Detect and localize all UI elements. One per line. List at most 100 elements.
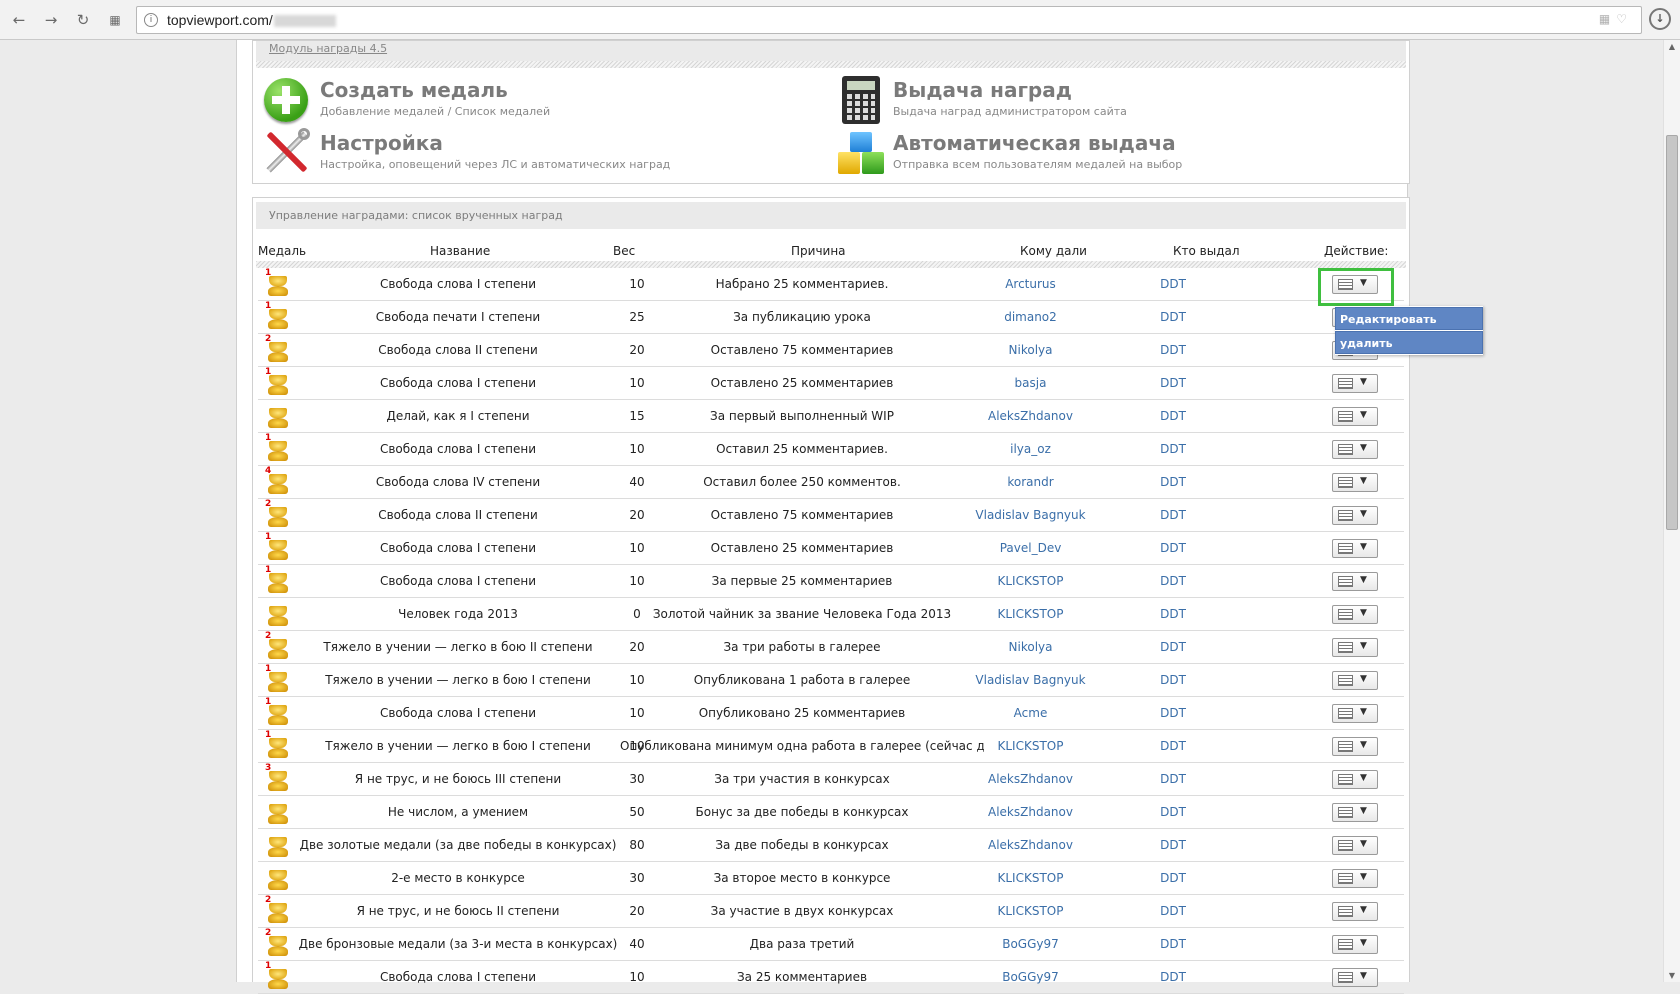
table-row: 2 Две бронзовые медали (за 3-и места в ко… — [258, 928, 1404, 961]
issuer-link[interactable]: DDT — [1118, 871, 1228, 885]
stripe-divider — [256, 61, 1406, 68]
issuer-link[interactable]: DDT — [1118, 277, 1228, 291]
chevron-down-icon: ▼ — [1360, 740, 1367, 750]
recipient-link[interactable]: Vladislav Bagnyuk — [938, 508, 1123, 522]
issuer-link[interactable]: DDT — [1118, 937, 1228, 951]
issuer-link[interactable]: DDT — [1118, 475, 1228, 489]
action-button[interactable]: ▼ — [1332, 770, 1378, 789]
issuer-link[interactable]: DDT — [1118, 508, 1228, 522]
issuer-link[interactable]: DDT — [1118, 574, 1228, 588]
auto-issue-link[interactable]: Автоматическая выдача — [893, 131, 1176, 155]
award-name: Две золотые медали (за две победы в конк… — [299, 838, 617, 852]
action-button[interactable]: ▼ — [1332, 671, 1378, 690]
calculator-icon[interactable] — [842, 76, 880, 124]
recipient-link[interactable]: basja — [938, 376, 1123, 390]
recipient-link[interactable]: korandr — [938, 475, 1123, 489]
action-button[interactable]: ▼ — [1332, 473, 1378, 492]
action-button[interactable]: ▼ — [1332, 539, 1378, 558]
issuer-link[interactable]: DDT — [1118, 838, 1228, 852]
issuer-link[interactable]: DDT — [1118, 310, 1228, 324]
list-icon — [1338, 510, 1353, 521]
recipient-link[interactable]: KLICKSTOP — [938, 904, 1123, 918]
action-button[interactable]: ▼ — [1332, 605, 1378, 624]
recipient-link[interactable]: Vladislav Bagnyuk — [938, 673, 1123, 687]
award-name: Две бронзовые медали (за 3-и места в кон… — [298, 937, 618, 951]
action-button[interactable]: ▼ — [1332, 968, 1378, 987]
settings-link[interactable]: Настройка — [320, 131, 443, 155]
recipient-link[interactable]: KLICKSTOP — [938, 871, 1123, 885]
issuer-link[interactable]: DDT — [1118, 607, 1228, 621]
award-name: Тяжело в учении — легко в бою II степени — [323, 640, 593, 654]
issue-awards-link[interactable]: Выдача наград — [893, 78, 1072, 102]
table-row: 2 Свобода слова II степени 20 Оставлено 75 … — [258, 499, 1404, 532]
issuer-link[interactable]: DDT — [1118, 442, 1228, 456]
recipient-link[interactable]: BoGGy97 — [938, 937, 1123, 951]
create-medal-link[interactable]: Создать медаль — [320, 78, 508, 102]
action-button[interactable]: ▼ — [1332, 407, 1378, 426]
edit-menu-item[interactable]: Редактировать — [1335, 307, 1483, 330]
extension-download-icon[interactable]: ↓ — [1649, 8, 1671, 30]
action-button[interactable]: ▼ — [1332, 638, 1378, 657]
scroll-up-arrow-icon[interactable]: ▲ — [1667, 42, 1677, 51]
page-scrollbar[interactable]: ▲ ▼ — [1663, 40, 1680, 982]
apps-grid-icon[interactable]: ▦ — [104, 9, 126, 31]
action-button[interactable]: ▼ — [1332, 803, 1378, 822]
award-reason: За первые 25 комментариев — [711, 574, 893, 588]
action-button[interactable]: ▼ — [1332, 737, 1378, 756]
action-button[interactable]: ▼ — [1332, 506, 1378, 525]
recipient-link[interactable]: Nikolya — [938, 640, 1123, 654]
award-reason: Опубликовано 25 комментариев — [698, 706, 906, 720]
recipient-link[interactable]: KLICKSTOP — [938, 739, 1123, 753]
issuer-link[interactable]: DDT — [1118, 772, 1228, 786]
delete-menu-item[interactable]: удалить — [1335, 331, 1483, 354]
plus-icon[interactable] — [264, 78, 308, 122]
recipient-link[interactable]: KLICKSTOP — [938, 574, 1123, 588]
reload-icon[interactable]: ↻ — [72, 9, 94, 31]
forward-arrow-icon[interactable]: → — [40, 9, 62, 31]
award-name: Человек года 2013 — [398, 607, 518, 621]
recipient-link[interactable]: ilya_oz — [938, 442, 1123, 456]
issuer-link[interactable]: DDT — [1118, 343, 1228, 357]
action-button[interactable]: ▼ — [1332, 902, 1378, 921]
recipient-link[interactable]: AleksZhdanov — [938, 838, 1123, 852]
action-button[interactable]: ▼ — [1332, 374, 1378, 393]
recipient-link[interactable]: dimano2 — [938, 310, 1123, 324]
scroll-down-arrow-icon[interactable]: ▼ — [1667, 971, 1677, 980]
recipient-link[interactable]: Acme — [938, 706, 1123, 720]
issuer-link[interactable]: DDT — [1118, 739, 1228, 753]
col-name: Название — [430, 244, 491, 258]
bookmark-heart-icon[interactable]: ▦♡ — [1599, 12, 1633, 26]
recipient-link[interactable]: KLICKSTOP — [938, 607, 1123, 621]
back-arrow-icon[interactable]: ← — [8, 9, 30, 31]
action-button[interactable]: ▼ — [1332, 836, 1378, 855]
list-icon — [1338, 972, 1353, 983]
tools-icon[interactable] — [264, 128, 310, 176]
address-bar[interactable]: i topviewport.com/ ▦♡ — [136, 6, 1642, 34]
recipient-link[interactable]: Pavel_Dev — [938, 541, 1123, 555]
scroll-thumb[interactable] — [1666, 135, 1678, 530]
recipient-link[interactable]: Arcturus — [938, 277, 1123, 291]
action-button[interactable]: ▼ — [1332, 704, 1378, 723]
issuer-link[interactable]: DDT — [1118, 805, 1228, 819]
issuer-link[interactable]: DDT — [1118, 541, 1228, 555]
module-label[interactable]: Модуль награды 4.5 — [269, 42, 387, 55]
recipient-link[interactable]: AleksZhdanov — [938, 409, 1123, 423]
award-reason: За три участия в конкурсах — [714, 772, 890, 786]
action-button[interactable]: ▼ — [1332, 440, 1378, 459]
awards-panel-title: Управление наградами: список врученных н… — [256, 202, 1406, 229]
issuer-link[interactable]: DDT — [1118, 904, 1228, 918]
issuer-link[interactable]: DDT — [1118, 673, 1228, 687]
action-button[interactable]: ▼ — [1332, 869, 1378, 888]
action-button[interactable]: ▼ — [1332, 572, 1378, 591]
url-blurred-segment — [274, 15, 336, 27]
recipient-link[interactable]: Nikolya — [938, 343, 1123, 357]
recipient-link[interactable]: AleksZhdanov — [938, 772, 1123, 786]
issuer-link[interactable]: DDT — [1118, 640, 1228, 654]
issuer-link[interactable]: DDT — [1118, 409, 1228, 423]
recipient-link[interactable]: AleksZhdanov — [938, 805, 1123, 819]
cubes-icon[interactable] — [838, 132, 886, 176]
issuer-link[interactable]: DDT — [1118, 706, 1228, 720]
page-info-icon[interactable]: i — [144, 13, 158, 27]
issuer-link[interactable]: DDT — [1118, 376, 1228, 390]
action-button[interactable]: ▼ — [1332, 935, 1378, 954]
